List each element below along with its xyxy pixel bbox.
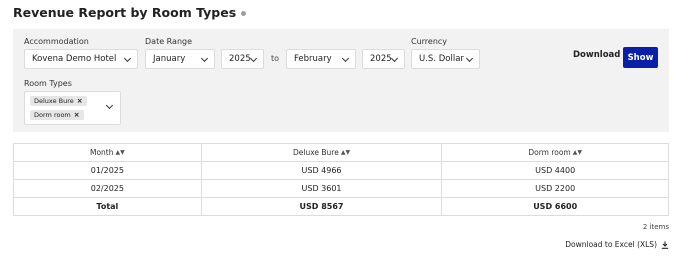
info-icon[interactable] [241, 11, 247, 16]
sort-icon: ▲▼ [340, 149, 351, 156]
filter-panel: Accommodation Kovena Demo Hotel Date Ran… [13, 29, 669, 132]
chevron-down-icon [465, 54, 474, 63]
column-header-label: Month [89, 148, 114, 157]
download-icon [661, 241, 669, 249]
column-header-deluxe-bure[interactable]: Deluxe Bure ▲▼ [200, 143, 443, 162]
start-month-select[interactable]: January [145, 49, 215, 69]
sort-icon: ▲▼ [572, 149, 582, 156]
remove-chip-icon[interactable]: × [77, 97, 83, 105]
cell-dorm-room: USD 4400 [441, 161, 669, 180]
column-header-label: Dorm room [528, 148, 571, 157]
chevron-down-icon [390, 54, 399, 63]
chevron-down-icon [105, 101, 114, 110]
chevron-down-icon [249, 54, 258, 63]
download-excel-link[interactable]: Download to Excel (XLS) [565, 240, 669, 249]
items-count: 2 items [642, 223, 669, 231]
to-separator: to [271, 54, 280, 63]
download-button[interactable]: Download [573, 50, 620, 60]
chevron-down-icon [200, 54, 209, 63]
table-header-row: Month ▲▼ Deluxe Bure ▲▼ Dorm room ▲▼ [13, 143, 669, 162]
date-range-label: Date Range [145, 37, 193, 46]
remove-chip-icon[interactable]: × [74, 111, 80, 119]
cell-dorm-room: USD 2200 [441, 179, 669, 198]
revenue-table: Month ▲▼ Deluxe Bure ▲▼ Dorm room ▲▼ 01/202… [13, 143, 669, 216]
table-row: 02/2025 USD 3601 USD 2200 [13, 179, 669, 198]
sort-icon: ▲▼ [115, 149, 125, 156]
room-types-select[interactable]: Deluxe Bure × Dorm room × [24, 91, 121, 125]
start-month-value: January [153, 54, 186, 64]
column-header-dorm-room[interactable]: Dorm room ▲▼ [441, 143, 669, 162]
room-type-chip-label: Dorm room [34, 111, 71, 119]
currency-label: Currency [411, 37, 448, 46]
show-button[interactable]: Show [623, 47, 658, 68]
end-year-value: 2025 [370, 54, 392, 64]
end-month-value: February [294, 54, 332, 64]
end-month-select[interactable]: February [286, 49, 356, 69]
page-title-text: Revenue Report by Room Types [13, 5, 237, 20]
start-year-select[interactable]: 2025 [221, 49, 264, 69]
room-type-chip: Deluxe Bure × [30, 96, 87, 106]
accommodation-value: Kovena Demo Hotel [32, 54, 117, 64]
table-row: 01/2025 USD 4966 USD 4400 [13, 161, 669, 180]
page-title: Revenue Report by Room Types [13, 5, 247, 20]
column-header-label: Deluxe Bure [292, 148, 339, 157]
accommodation-label: Accommodation [24, 37, 89, 46]
accommodation-select[interactable]: Kovena Demo Hotel [24, 49, 138, 69]
cell-total-label: Total [13, 197, 202, 216]
cell-deluxe-bure: USD 3601 [200, 179, 443, 198]
room-types-label: Room Types [24, 79, 72, 88]
end-year-select[interactable]: 2025 [362, 49, 405, 69]
currency-value: U.S. Dollar [419, 54, 464, 64]
cell-month: 01/2025 [13, 161, 202, 180]
start-year-value: 2025 [229, 54, 251, 64]
room-type-chip: Dorm room × [30, 110, 84, 120]
currency-select[interactable]: U.S. Dollar [411, 49, 480, 69]
column-header-month[interactable]: Month ▲▼ [13, 143, 202, 162]
cell-total-dorm-room: USD 6600 [441, 197, 669, 216]
chevron-down-icon [123, 54, 132, 63]
cell-deluxe-bure: USD 4966 [200, 161, 443, 180]
download-excel-label: Download to Excel (XLS) [565, 240, 657, 249]
room-type-chip-label: Deluxe Bure [34, 97, 74, 105]
cell-month: 02/2025 [13, 179, 202, 198]
chevron-down-icon [341, 54, 350, 63]
cell-total-deluxe-bure: USD 8567 [200, 197, 443, 216]
table-total-row: Total USD 8567 USD 6600 [13, 197, 669, 216]
